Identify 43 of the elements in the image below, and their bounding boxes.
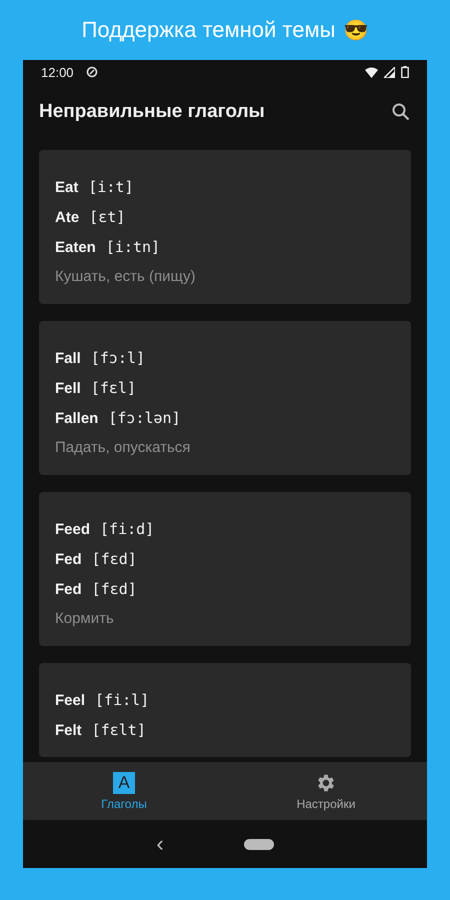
- nav-tab[interactable]: Настройки: [225, 762, 427, 820]
- verb-form: Feel: [55, 692, 86, 708]
- transcription: [fɛl]: [90, 379, 136, 397]
- data-saver-icon: [86, 66, 98, 78]
- translation: Кушать, есть (пищу): [55, 267, 196, 287]
- transcription: [i:t]: [88, 178, 134, 196]
- nav-tab[interactable]: A Глаголы: [23, 762, 225, 820]
- verb-form: Eaten: [55, 238, 96, 256]
- battery-icon: [401, 66, 409, 78]
- home-pill[interactable]: [244, 838, 274, 850]
- status-time: 12:00: [41, 64, 74, 80]
- transcription: [fɔ:l]: [90, 349, 146, 367]
- transcription: [fi:d]: [100, 520, 154, 538]
- verb-form: Fall: [55, 350, 81, 366]
- letter-icon: A: [113, 772, 135, 794]
- verb-form: Ate: [55, 208, 80, 226]
- verb-card[interactable]: Eat [i:t] Ate [ɛt] Eaten [i:tn] Кушать, есть (пищу): [39, 150, 411, 304]
- promo-headline: Поддержка темной темы: [82, 17, 336, 43]
- translation: Кормить: [55, 609, 114, 629]
- wifi-icon: [365, 66, 378, 78]
- transcription: [fɛd]: [92, 550, 137, 568]
- verb-card[interactable]: Feed [fi:d] Fed [fɛd] Fed [fɛd] Кормить: [39, 492, 411, 646]
- transcription: [fɛlt]: [92, 721, 146, 739]
- transcription: [ɛt]: [89, 208, 126, 226]
- verb-form: Fallen: [55, 410, 98, 426]
- verb-form: Feed: [55, 520, 90, 538]
- verb-form: Fed: [55, 550, 82, 568]
- sunglasses-emoji: 😎: [343, 18, 368, 42]
- transcription: [fɔ:lən]: [108, 409, 181, 427]
- app-title: Неправильные глаголы: [39, 101, 265, 123]
- search-icon[interactable]: [391, 102, 411, 122]
- verb-form: Eat: [55, 178, 78, 196]
- verb-card[interactable]: Feel [fi:l] Felt [fɛlt]: [39, 663, 411, 757]
- verb-form: Fed: [55, 580, 82, 598]
- transcription: [fi:l]: [95, 691, 150, 709]
- verb-form: Felt: [55, 722, 82, 738]
- back-button[interactable]: ‹: [156, 831, 164, 857]
- transcription: [fɛd]: [92, 580, 137, 598]
- transcription: [i:tn]: [106, 238, 160, 256]
- verb-card[interactable]: Fall [fɔ:l] Fell [fɛl] Fallen [fɔ:lən] Падать, опускаться: [39, 321, 411, 475]
- signal-icon: [384, 66, 395, 78]
- translation: Падать, опускаться: [55, 438, 190, 458]
- verb-form: Fell: [55, 380, 81, 396]
